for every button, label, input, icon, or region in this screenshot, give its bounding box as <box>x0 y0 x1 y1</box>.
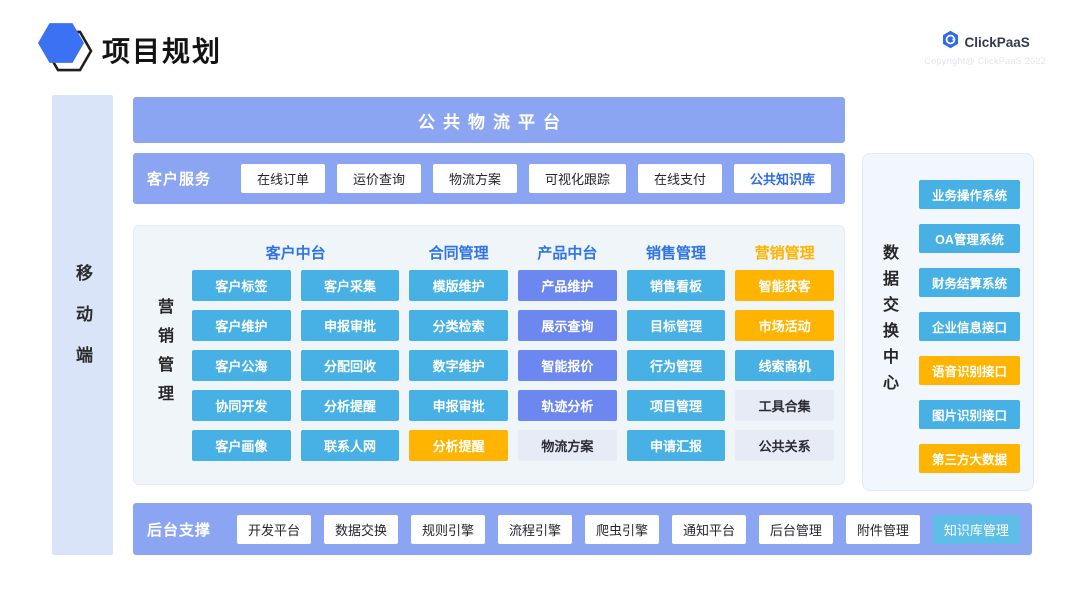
page-header: 项目规划 ClickPaaS Copyright@ ClickPaaS 2022 <box>0 0 1080 90</box>
main-panel: 营销管理 客户中台 合同管理 产品中台 销售管理 营销管理 客户标签 客户采集 … <box>133 225 845 485</box>
bottom-item: 后台管理 <box>759 515 833 544</box>
bottom-items: 开发平台 数据交换 规则引擎 流程引擎 爬虫引擎 通知平台 后台管理 附件管理 … <box>237 515 1032 544</box>
grid-cell: 客户标签 <box>192 270 291 301</box>
right-panel-item: 业务操作系统 <box>919 180 1020 209</box>
service-item: 公共知识库 <box>734 164 831 193</box>
grid-cell: 产品维护 <box>518 270 617 301</box>
side-label-data-exchange: 数据交换中心 <box>876 244 900 400</box>
grid-cell: 客户公海 <box>192 350 291 381</box>
bottom-item: 通知平台 <box>672 515 746 544</box>
side-label-marketing: 营销管理 <box>151 298 175 414</box>
brand-name: ClickPaaS <box>965 35 1030 50</box>
data-exchange-items: 业务操作系统 OA管理系统 财务结算系统 企业信息接口 语音识别接口 图片识别接… <box>919 180 1020 473</box>
service-item: 在线订单 <box>241 164 325 193</box>
grid-cell: 数字维护 <box>409 350 508 381</box>
page-canvas: 项目规划 ClickPaaS Copyright@ ClickPaaS 2022… <box>0 0 1080 608</box>
column-header-row: 客户中台 合同管理 产品中台 销售管理 营销管理 <box>192 234 834 270</box>
grid-cell: 模版维护 <box>409 270 508 301</box>
bottom-item: 开发平台 <box>237 515 311 544</box>
grid-cell: 智能获客 <box>735 270 834 301</box>
service-items: 在线订单 运价查询 物流方案 可视化跟踪 在线支付 公共知识库 <box>241 164 845 193</box>
service-item: 物流方案 <box>433 164 517 193</box>
grid-cell: 分类检索 <box>409 310 508 341</box>
data-exchange-panel: 数据交换中心 业务操作系统 OA管理系统 财务结算系统 企业信息接口 语音识别接… <box>862 153 1034 491</box>
grid-cell: 客户维护 <box>192 310 291 341</box>
bottom-item: 流程引擎 <box>498 515 572 544</box>
grid-cell: 智能报价 <box>518 350 617 381</box>
grid-cell: 客户画像 <box>192 430 291 461</box>
bottom-item: 知识库管理 <box>933 515 1020 544</box>
mobile-bar: 移动端 <box>52 95 113 555</box>
grid-cell: 工具合集 <box>735 390 834 421</box>
clickpaas-logo-icon <box>941 30 960 54</box>
grid-cell: 分析提醒 <box>409 430 508 461</box>
grid-cell: 分配回收 <box>301 350 400 381</box>
grid-cell: 行为管理 <box>627 350 726 381</box>
grid-cell: 销售看板 <box>627 270 726 301</box>
service-band: 客户服务 在线订单 运价查询 物流方案 可视化跟踪 在线支付 公共知识库 <box>133 153 845 204</box>
page-title: 项目规划 <box>102 30 222 70</box>
grid-cell: 市场活动 <box>735 310 834 341</box>
brand-block: ClickPaaS Copyright@ ClickPaaS 2022 <box>924 30 1046 66</box>
grid-cell: 展示查询 <box>518 310 617 341</box>
bottom-item: 爬虫引擎 <box>585 515 659 544</box>
grid-cell: 轨迹分析 <box>518 390 617 421</box>
grid-cell: 客户采集 <box>301 270 400 301</box>
grid-cell: 联系人网 <box>301 430 400 461</box>
grid-cell: 项目管理 <box>627 390 726 421</box>
column-header: 销售管理 <box>627 234 726 270</box>
right-panel-item: 语音识别接口 <box>919 356 1020 385</box>
grid-cell: 物流方案 <box>518 430 617 461</box>
right-panel-item: OA管理系统 <box>919 224 1020 253</box>
copyright-text: Copyright@ ClickPaaS 2022 <box>924 56 1046 66</box>
service-item: 可视化跟踪 <box>529 164 626 193</box>
cell-grid: 客户标签 客户采集 模版维护 产品维护 销售看板 智能获客 客户维护 申报审批 … <box>192 270 834 461</box>
grid-cell: 申报审批 <box>301 310 400 341</box>
mobile-bar-label: 移动端 <box>70 264 95 387</box>
bottom-item: 数据交换 <box>324 515 398 544</box>
right-panel-item: 第三方大数据 <box>919 444 1020 473</box>
grid-cell: 协同开发 <box>192 390 291 421</box>
banner-title: 公共物流平台 <box>410 108 568 133</box>
right-panel-item: 企业信息接口 <box>919 312 1020 341</box>
service-item: 在线支付 <box>638 164 722 193</box>
app-logo-icon <box>36 17 94 79</box>
bottom-item: 附件管理 <box>846 515 920 544</box>
column-header: 合同管理 <box>409 234 508 270</box>
right-panel-item: 图片识别接口 <box>919 400 1020 429</box>
right-panel-item: 财务结算系统 <box>919 268 1020 297</box>
grid-cell: 申报审批 <box>409 390 508 421</box>
column-header: 产品中台 <box>518 234 617 270</box>
grid-cell: 申请汇报 <box>627 430 726 461</box>
grid-cell: 分析提醒 <box>301 390 400 421</box>
bottom-item: 规则引擎 <box>411 515 485 544</box>
grid-cell: 目标管理 <box>627 310 726 341</box>
column-header: 营销管理 <box>735 234 834 270</box>
grid-cell: 线索商机 <box>735 350 834 381</box>
top-banner: 公共物流平台 <box>133 97 845 143</box>
bottom-band-label: 后台支撑 <box>133 519 211 540</box>
bottom-band: 后台支撑 开发平台 数据交换 规则引擎 流程引擎 爬虫引擎 通知平台 后台管理 … <box>133 503 1032 555</box>
grid-cell: 公共关系 <box>735 430 834 461</box>
service-band-label: 客户服务 <box>133 168 211 189</box>
service-item: 运价查询 <box>337 164 421 193</box>
column-header: 客户中台 <box>192 234 399 270</box>
